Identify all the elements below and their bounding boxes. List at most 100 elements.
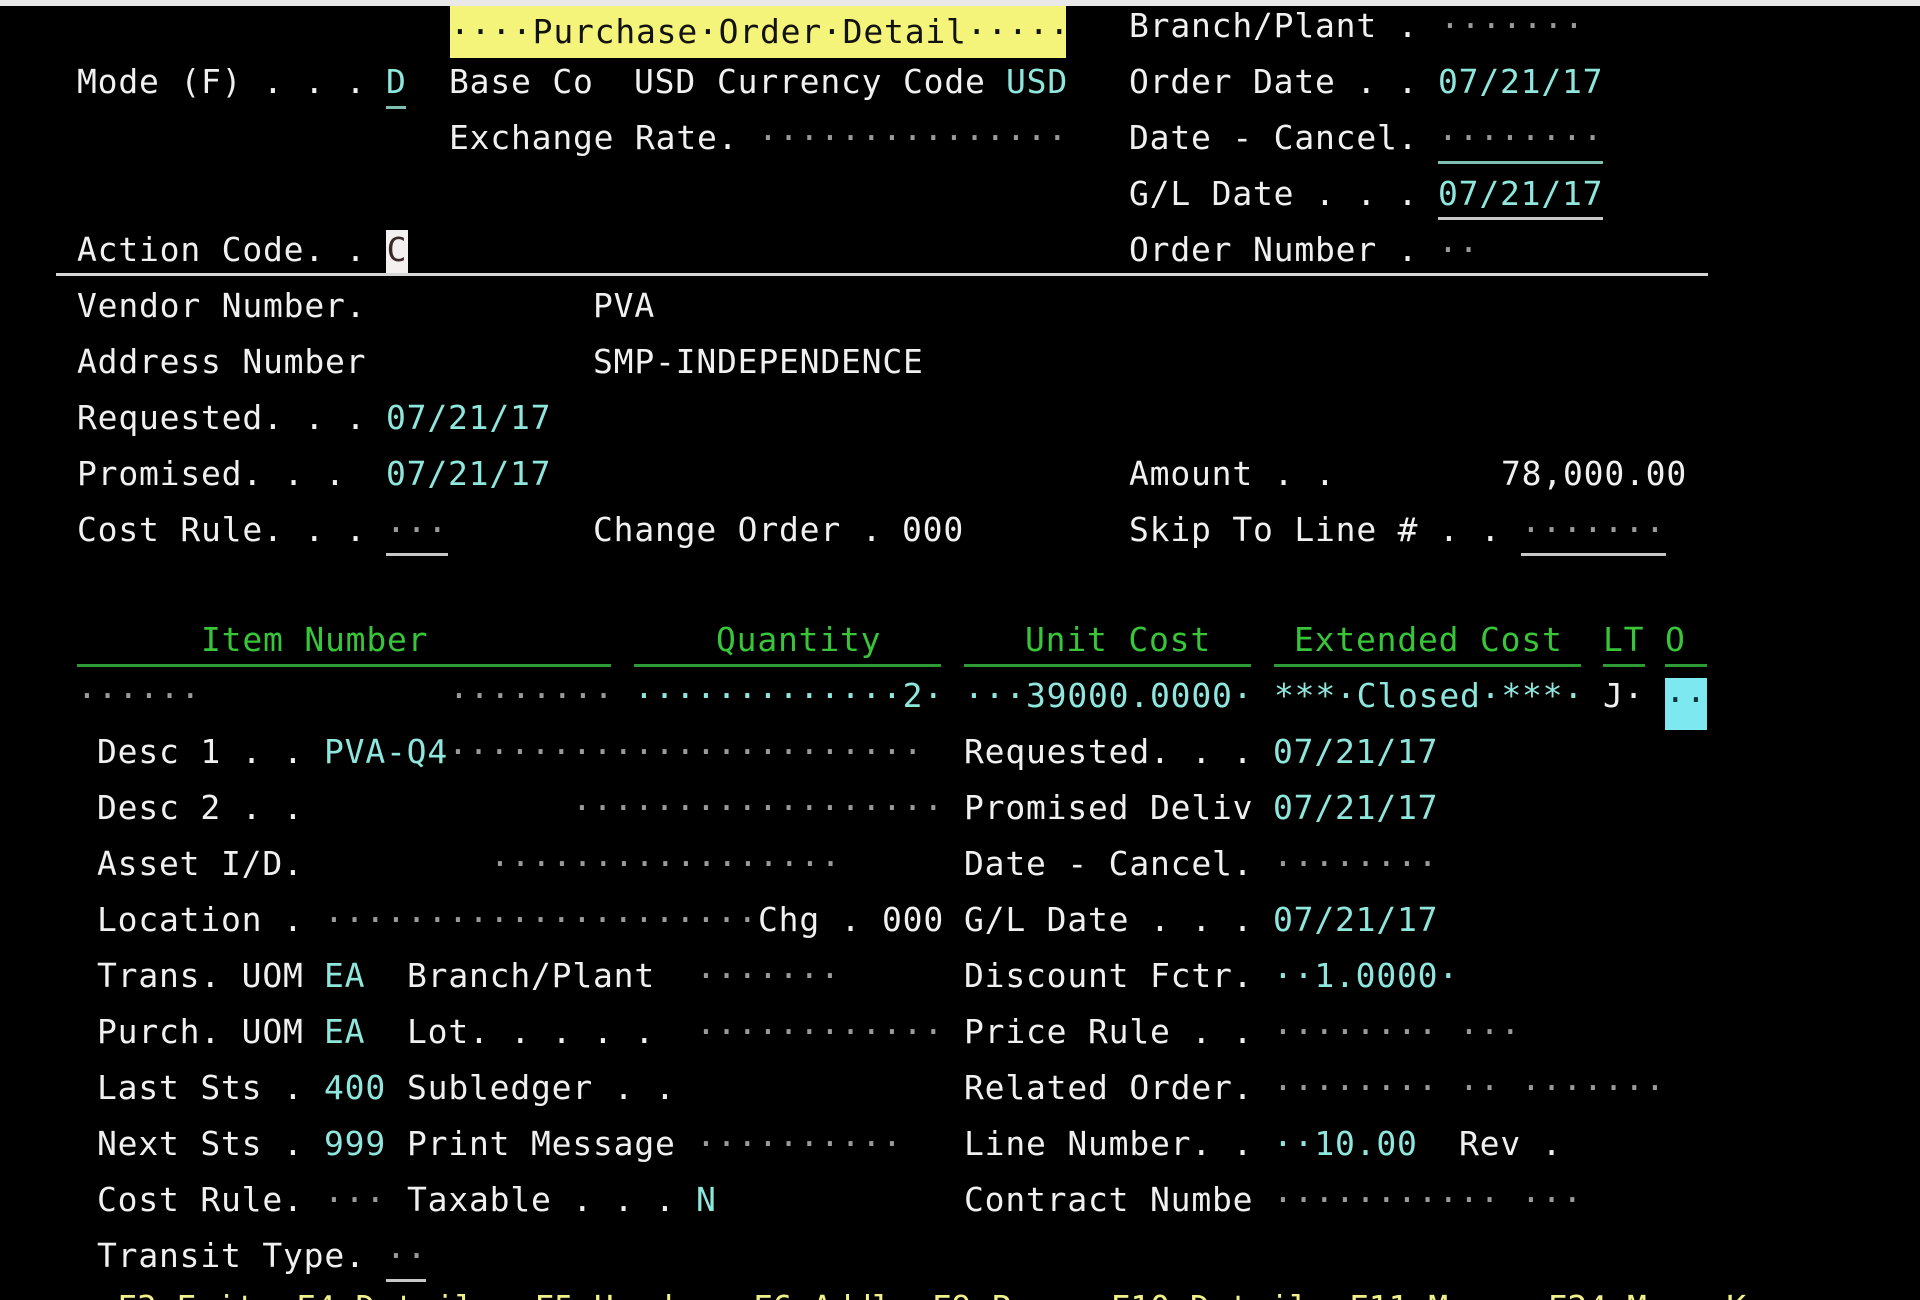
o-rule [1665,664,1707,667]
order-date-field[interactable]: 07/21/17 [1438,62,1603,102]
extended-cost-status: ***·Closed·***· [1274,676,1585,715]
related-order-field[interactable]: ········ ·· ······· [1273,1068,1666,1108]
transit-type-underline [386,1279,426,1282]
print-message-label: Print Message [407,1124,676,1163]
discount-factor-label: Discount Fctr. [964,956,1254,995]
print-message-field[interactable]: ·········· [696,1124,903,1164]
terminal-screen: ····Purchase·Order·Detail····· Branch/Pl… [0,0,1920,1300]
lot-field[interactable]: ············ [696,1012,944,1052]
location-field[interactable]: ····················· [324,900,758,940]
purch-uom-field[interactable]: EA [324,1012,365,1052]
rev-label: Rev . [1459,1124,1563,1163]
address-name: SMP-INDEPENDENCE [593,342,924,381]
extended-cost-rule [1274,664,1581,667]
promised-field[interactable]: 07/21/17 [386,454,551,494]
detail-cost-rule-label: Cost Rule. [97,1180,304,1219]
price-rule-label: Price Rule . . [964,1012,1254,1051]
promised-label: Promised. . . [77,454,346,493]
item-number-field-a[interactable]: ······ [77,676,201,716]
subledger-label: Subledger . . [407,1068,676,1107]
exchange-rate-label: Exchange Rate. [449,118,739,157]
asset-id-label: Asset I/D. [97,844,304,883]
detail-branch-plant-label: Branch/Plant [407,956,656,995]
currency-code-field[interactable]: USD [1006,62,1068,102]
gl-date-underline [1438,217,1603,220]
address-number-label: Address Number [77,342,367,381]
trans-uom-label: Trans. UOM [97,956,304,995]
line-date-cancel-label: Date - Cancel. [964,844,1254,883]
last-status-value: 400 [324,1068,387,1107]
taxable-label: Taxable . . . [407,1180,676,1219]
lt-rule [1603,664,1645,667]
cost-rule-underline [386,553,448,556]
desc1-field[interactable]: PVA-Q4 [324,732,448,772]
action-code-label: Action Code. . [77,230,367,269]
item-number-rule [77,664,611,667]
location-label: Location . [97,900,304,939]
quantity-field[interactable]: ·············2· [634,676,944,716]
change-order-label: Change Order . [593,510,883,549]
line-type-field[interactable]: J· [1603,676,1644,716]
detail-branch-plant-field[interactable]: ······· [696,956,841,996]
order-number-label: Order Number . [1129,230,1419,269]
line-date-cancel-field[interactable]: ········ [1273,844,1438,884]
line-number-field[interactable]: ··10.00 [1273,1124,1418,1164]
contract-number-field[interactable]: ··········· ··· [1273,1180,1583,1220]
date-cancel-field[interactable]: ········ [1438,118,1603,158]
date-cancel-label: Date - Cancel. [1129,118,1419,157]
discount-factor-field[interactable]: ··1.0000· [1273,956,1459,996]
line-requested-field[interactable]: 07/21/17 [1273,732,1438,772]
requested-field[interactable]: 07/21/17 [386,398,551,438]
skip-to-line-label: Skip To Line # . . [1129,510,1502,549]
line-requested-label: Requested. . . [964,732,1254,771]
item-number-field-b[interactable]: ········ [449,676,614,716]
skip-to-line-field[interactable]: ······· [1521,510,1666,550]
location-chg-label: Chg . [758,900,862,939]
skip-to-line-underline [1521,553,1666,556]
taxable-field[interactable]: N [696,1180,717,1220]
desc1-fill: ······················· [448,732,924,771]
desc2-field[interactable]: ·················· [572,788,944,828]
change-order-value: 000 [902,510,965,549]
exchange-rate-field[interactable]: ··············· [758,118,1068,158]
screen-title: ····Purchase·Order·Detail····· [450,6,1069,58]
amount-label: Amount . . [1129,454,1336,493]
purch-uom-label: Purch. UOM [97,1012,304,1051]
promised-deliv-label: Promised Deliv [964,788,1254,827]
asset-id-field[interactable]: ················· [490,844,841,884]
line-gl-date-field[interactable]: 07/21/17 [1273,900,1438,940]
option-field[interactable]: ·· [1665,678,1707,730]
mode-label: Mode (F) . . . [77,62,367,101]
last-status-label: Last Sts . [97,1068,304,1107]
base-co-label: Base Co [449,62,594,101]
gl-date-field[interactable]: 07/21/17 [1438,174,1603,214]
price-rule-field[interactable]: ········ ··· [1273,1012,1521,1052]
desc2-label: Desc 2 . . [97,788,304,827]
unit-cost-field[interactable]: ···39000.0000· [964,676,1253,716]
cost-rule-field[interactable]: ··· [386,510,448,550]
next-status-label: Next Sts . [97,1124,304,1163]
order-number-field[interactable]: ·· [1438,230,1479,270]
requested-label: Requested. . . [77,398,367,437]
mode-field[interactable]: D [386,62,407,102]
column-header-lt: LT [1603,620,1645,659]
amount-value: 78,000.00 [1501,454,1688,493]
header-divider [56,273,1708,276]
lot-label: Lot. . . . . [407,1012,656,1051]
date-cancel-underline [1438,161,1603,164]
related-order-label: Related Order. [964,1068,1254,1107]
vendor-name: PVA [593,286,656,325]
mode-field-underline [386,106,406,109]
detail-cost-rule-field[interactable]: ··· [324,1180,386,1220]
next-status-value: 999 [324,1124,387,1163]
column-header-unit-cost: Unit Cost [1025,620,1212,659]
action-code-field[interactable]: C [386,230,408,274]
desc1-label: Desc 1 . . [97,732,304,771]
transit-type-field[interactable]: ·· [386,1236,427,1276]
cost-rule-label: Cost Rule. . . [77,510,367,549]
currency-code-label: Currency Code [717,62,986,101]
trans-uom-field[interactable]: EA [324,956,365,996]
promised-deliv-field[interactable]: 07/21/17 [1273,788,1438,828]
gl-date-label: G/L Date . . . [1129,174,1419,213]
branch-plant-field[interactable]: ······· [1440,6,1585,46]
